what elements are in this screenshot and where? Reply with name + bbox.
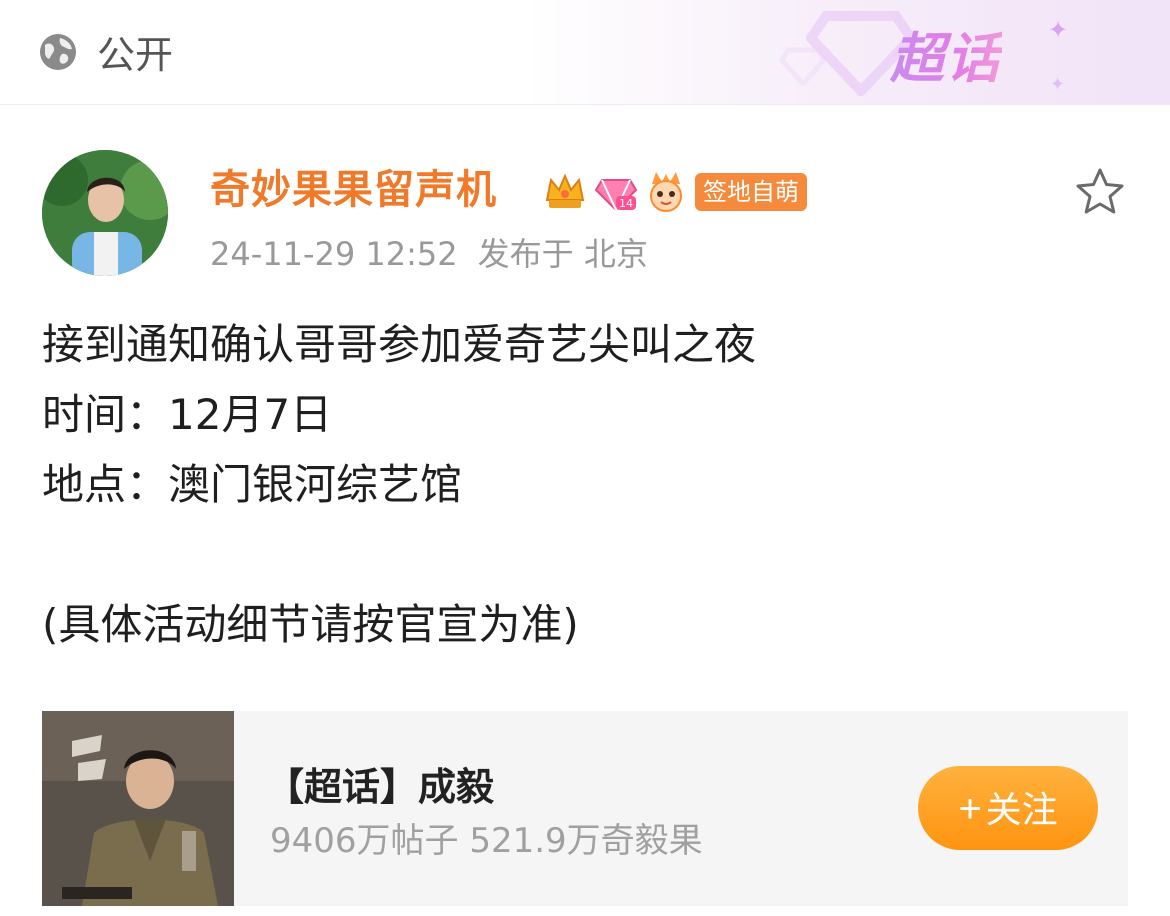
- visibility-label[interactable]: 公开: [97, 33, 173, 77]
- post-timestamp: 24-11-29 12:52: [210, 235, 458, 273]
- topic-title[interactable]: 【超话】成毅: [266, 763, 494, 811]
- super-topic-card[interactable]: 【超话】成毅 9406万帖子 521.9万奇毅果 + 关注: [42, 711, 1128, 906]
- svg-text:14: 14: [619, 197, 633, 210]
- topic-stats: 9406万帖子 521.9万奇毅果: [270, 821, 703, 861]
- post-line: 地点：澳门银河综艺馆: [42, 460, 463, 509]
- post-body: 接到通知确认哥哥参加爱奇艺尖叫之夜 时间：12月7日 地点：澳门银河综艺馆 (具…: [42, 310, 1132, 660]
- star-outline-icon[interactable]: [1074, 166, 1126, 218]
- mascot-badge-icon: [650, 172, 682, 212]
- topic-cover-art: [42, 711, 234, 906]
- follow-label: 关注: [985, 789, 1058, 830]
- diamond-decoration-small-icon: [780, 47, 826, 86]
- post-location: 发布于 北京: [477, 235, 648, 273]
- post-meta: 24-11-29 12:52 发布于 北京: [210, 233, 648, 275]
- top-bar: 公开 超话 ✦ ✦: [0, 0, 1170, 105]
- post-line: 时间：12月7日: [42, 390, 333, 439]
- follow-button[interactable]: + 关注: [918, 766, 1098, 850]
- crown-badge-icon: [545, 173, 585, 208]
- super-topic-logo: 超话: [890, 27, 1002, 90]
- sparkle-icon: ✦: [1050, 74, 1066, 95]
- author-name[interactable]: 奇妙果果留声机: [210, 164, 497, 216]
- post-line: 接到通知确认哥哥参加爱奇艺尖叫之夜: [42, 320, 757, 369]
- post-line: (具体活动细节请按官宣为准): [42, 600, 579, 649]
- diamond-level-badge-icon: 14: [594, 179, 638, 213]
- author-avatar[interactable]: [42, 150, 168, 276]
- globe-icon: [40, 34, 76, 70]
- sparkle-icon: ✦: [1048, 16, 1069, 44]
- plus-icon: +: [958, 787, 982, 831]
- avatar-photo: [42, 150, 168, 276]
- post-line-spacer: [42, 520, 1132, 590]
- topic-cover-image: [42, 711, 234, 906]
- author-tag-chip: 签地自萌: [695, 173, 807, 211]
